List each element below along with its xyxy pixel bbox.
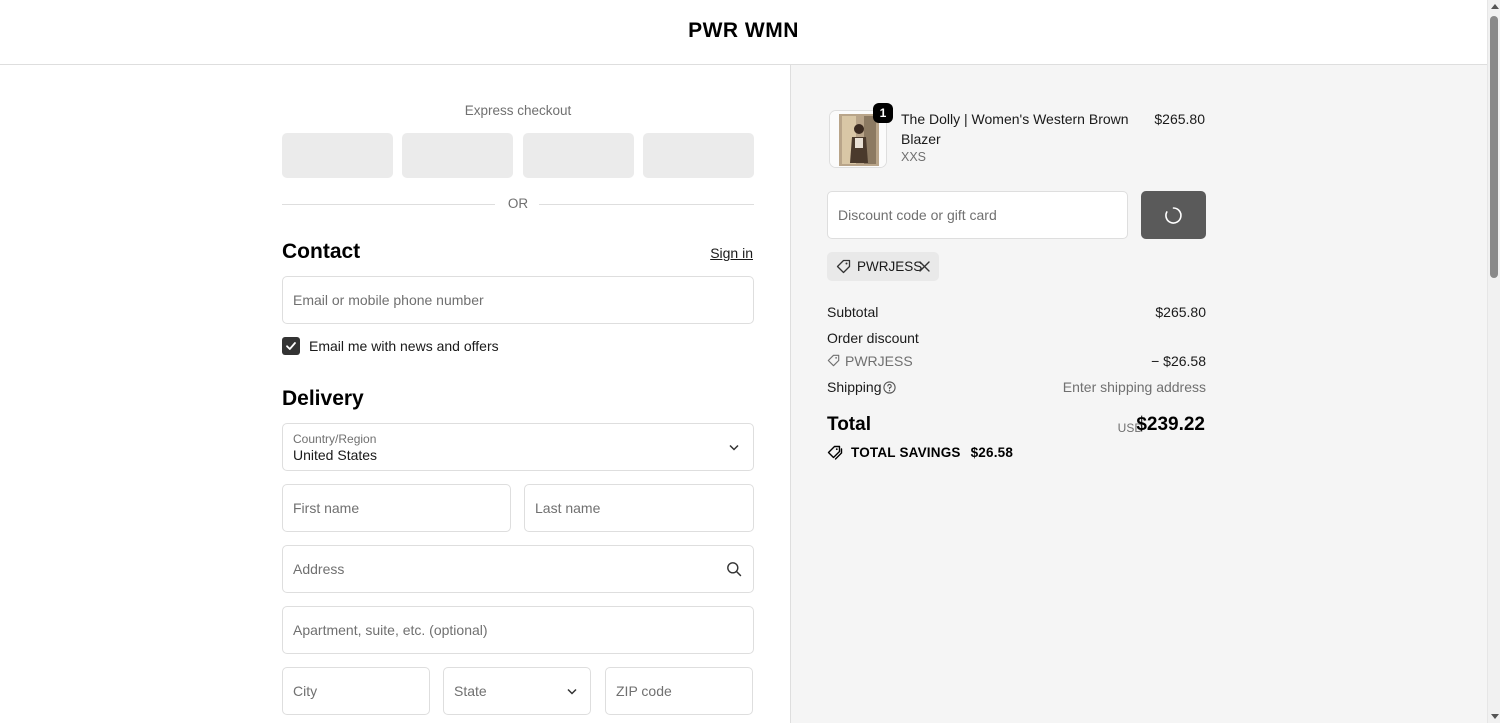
subtotal-row: Subtotal $265.80 <box>827 304 1206 320</box>
scroll-down-arrow-icon[interactable] <box>1491 714 1499 719</box>
product-price: $265.80 <box>1154 111 1205 127</box>
newsletter-checkbox[interactable] <box>282 337 300 355</box>
state-placeholder: State <box>454 683 487 699</box>
express-pay-button-4[interactable] <box>643 133 754 178</box>
applied-discount-tag: PWRJESS <box>827 252 939 281</box>
contact-title: Contact <box>282 240 361 263</box>
apartment-field[interactable]: Apartment, suite, etc. (optional) <box>282 606 754 654</box>
total-savings-value: $26.58 <box>970 445 1014 460</box>
chevron-down-icon <box>567 688 577 695</box>
email-placeholder: Email or mobile phone number <box>293 292 484 308</box>
quantity-badge: 1 <box>873 103 893 123</box>
express-pay-button-1[interactable] <box>282 133 393 178</box>
remove-discount-icon[interactable] <box>919 261 930 272</box>
order-discount-label: Order discount <box>827 330 919 346</box>
shipping-label: Shipping <box>827 379 882 395</box>
first-name-field[interactable]: First name <box>282 484 511 532</box>
discount-code-row: PWRJESS − $26.58 <box>827 353 1206 369</box>
or-divider: OR <box>282 196 754 214</box>
tag-icon <box>827 354 840 367</box>
zip-field[interactable]: ZIP code <box>605 667 753 715</box>
address-placeholder: Address <box>293 561 345 577</box>
product-variant: XXS <box>901 150 927 164</box>
email-field[interactable]: Email or mobile phone number <box>282 276 754 324</box>
sign-in-link[interactable]: Sign in <box>710 245 753 261</box>
scroll-up-arrow-icon[interactable] <box>1491 4 1499 9</box>
checkmark-icon <box>286 342 296 350</box>
shipping-value: Enter shipping address <box>1062 379 1206 395</box>
zip-placeholder: ZIP code <box>616 683 672 699</box>
express-checkout-title: Express checkout <box>464 103 572 118</box>
order-discount-row: Order discount <box>827 330 1206 346</box>
last-name-field[interactable]: Last name <box>524 484 754 532</box>
discount-code-label: PWRJESS <box>845 353 913 369</box>
discount-value: − $26.58 <box>1151 353 1206 369</box>
help-icon[interactable] <box>883 381 896 394</box>
total-value: $239.22 <box>1136 414 1205 435</box>
first-name-placeholder: First name <box>293 500 360 516</box>
total-label: Total <box>827 414 871 435</box>
product-name: The Dolly | Women's Western Brown Blazer <box>901 111 1129 147</box>
subtotal-value: $265.80 <box>1155 304 1206 320</box>
chevron-down-icon <box>729 444 739 451</box>
newsletter-label: Email me with news and offers <box>309 338 499 354</box>
country-value: United States <box>293 447 378 463</box>
total-savings-row: TOTAL SAVINGS $26.58 <box>827 445 1013 460</box>
city-placeholder: City <box>293 683 318 699</box>
total-savings-label: TOTAL SAVINGS <box>851 445 961 460</box>
applied-code: PWRJESS <box>857 259 923 274</box>
search-icon <box>727 562 742 577</box>
delivery-title: Delivery <box>282 387 364 410</box>
apartment-placeholder: Apartment, suite, etc. (optional) <box>293 622 488 638</box>
tags-icon <box>827 445 843 460</box>
country-label: Country/Region <box>293 432 377 446</box>
brand-logo[interactable]: PWR WMN <box>0 19 1487 43</box>
country-select[interactable]: Country/Region United States <box>282 423 754 471</box>
subtotal-label: Subtotal <box>827 304 879 320</box>
express-pay-button-3[interactable] <box>523 133 634 178</box>
state-select[interactable]: State <box>443 667 591 715</box>
checkout-form: Express checkout OR Contact Sign in Emai… <box>0 65 790 723</box>
shipping-row: Shipping Enter shipping address <box>827 379 1206 395</box>
discount-placeholder: Discount code or gift card <box>838 207 997 223</box>
page-scrollbar[interactable] <box>1487 0 1500 723</box>
header: PWR WMN <box>0 0 1487 65</box>
city-field[interactable]: City <box>282 667 430 715</box>
scrollbar-thumb[interactable] <box>1490 16 1498 278</box>
order-summary: 1 The Dolly | Women's Western Brown Blaz… <box>790 65 1487 723</box>
discount-code-field[interactable]: Discount code or gift card <box>827 191 1128 239</box>
apply-discount-button[interactable] <box>1141 191 1206 239</box>
loading-spinner-icon <box>1165 207 1182 224</box>
tag-icon <box>836 259 851 274</box>
address-field[interactable]: Address <box>282 545 754 593</box>
last-name-placeholder: Last name <box>535 500 601 516</box>
express-pay-button-2[interactable] <box>402 133 513 178</box>
